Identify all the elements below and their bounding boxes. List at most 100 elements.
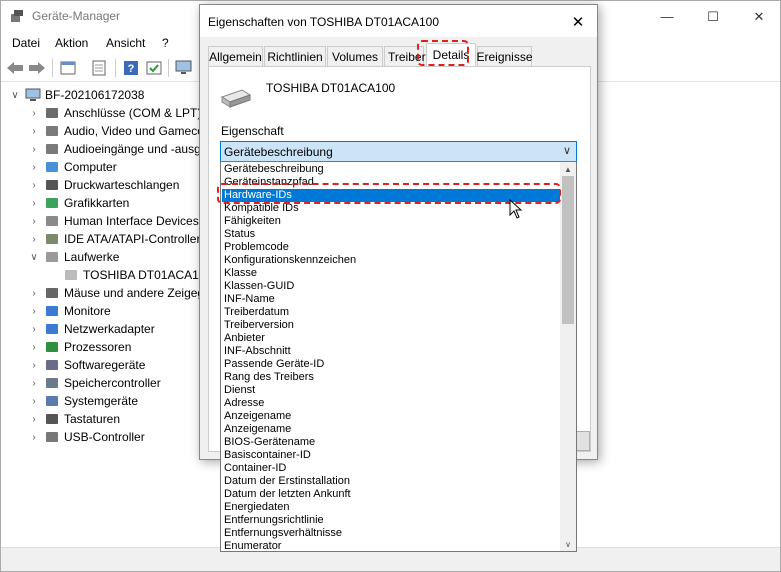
- tree-item-label: Anschlüsse (COM & LPT): [64, 106, 202, 120]
- chevron-right-icon[interactable]: ›: [28, 233, 40, 245]
- menu-datei[interactable]: Datei: [12, 36, 40, 50]
- chevron-right-icon[interactable]: ›: [28, 305, 40, 317]
- tree-item[interactable]: › Grafikkarten: [28, 194, 129, 212]
- update-driver-button[interactable]: [144, 58, 164, 78]
- tab-volumes[interactable]: Volumes: [327, 46, 383, 66]
- dropdown-option[interactable]: Rang des Treibers: [222, 371, 561, 384]
- chevron-right-icon[interactable]: ›: [28, 179, 40, 191]
- forward-button[interactable]: [27, 58, 47, 78]
- dropdown-option[interactable]: Enumerator: [222, 540, 561, 551]
- minimize-icon: —: [660, 9, 674, 24]
- menu-aktion[interactable]: Aktion: [55, 36, 88, 50]
- chevron-down-icon: ∨: [562, 145, 571, 157]
- tree-item[interactable]: › Human Interface Devices: [28, 212, 198, 230]
- tab-treiber[interactable]: Treiber: [384, 46, 426, 66]
- tab-details[interactable]: Details: [426, 43, 476, 66]
- dropdown-option[interactable]: Passende Geräte-ID: [222, 358, 561, 371]
- tree-item[interactable]: › Monitore: [28, 302, 110, 320]
- dropdown-option[interactable]: INF-Abschnitt: [222, 345, 561, 358]
- property-dropdown-list[interactable]: Enumerator Entfernungsverhältnisse Entfern…: [220, 161, 577, 552]
- chevron-right-icon[interactable]: ›: [28, 215, 40, 227]
- dropdown-option[interactable]: Problemcode: [222, 241, 561, 254]
- dropdown-option[interactable]: Energiedaten: [222, 501, 561, 514]
- tree-item[interactable]: › Computer: [28, 158, 116, 176]
- tab-ereignisse[interactable]: Ereignisse: [476, 46, 533, 66]
- drive-icon: [220, 89, 252, 108]
- chevron-right-icon[interactable]: ›: [28, 287, 40, 299]
- tree-item[interactable]: › Prozessoren: [28, 338, 131, 356]
- dropdown-option[interactable]: Gerätebeschreibung: [222, 163, 561, 176]
- dropdown-option[interactable]: Konfigurationskennzeichen: [222, 254, 561, 267]
- device-category-icon: [46, 432, 58, 442]
- dropdown-option[interactable]: Anzeigename: [222, 423, 561, 436]
- chevron-right-icon[interactable]: ›: [28, 359, 40, 371]
- chevron-right-icon[interactable]: ›: [28, 395, 40, 407]
- scroll-down-icon[interactable]: ∨: [560, 537, 576, 551]
- chevron-right-icon[interactable]: ›: [28, 125, 40, 137]
- dropdown-option[interactable]: Dienst: [222, 384, 561, 397]
- tree-item[interactable]: › IDE ATA/ATAPI-Controller: [28, 230, 200, 248]
- minimize-button[interactable]: —: [644, 1, 690, 32]
- tree-item[interactable]: › Systemgeräte: [28, 392, 138, 410]
- tree-item[interactable]: › Softwaregeräte: [28, 356, 145, 374]
- dropdown-option[interactable]: BIOS-Gerätename: [222, 436, 561, 449]
- tab-richtlinien[interactable]: Richtlinien: [264, 46, 326, 66]
- scroll-thumb[interactable]: [562, 176, 574, 324]
- dropdown-option[interactable]: Klasse: [222, 267, 561, 280]
- tree-item-label: Softwaregeräte: [64, 358, 146, 372]
- tree-item[interactable]: › Anschlüsse (COM & LPT): [28, 104, 201, 122]
- dropdown-scrollbar[interactable]: ▲ ∨: [560, 162, 576, 551]
- tree-item[interactable]: › Audioeingänge und -ausgänge: [28, 140, 227, 158]
- chevron-right-icon[interactable]: ›: [28, 197, 40, 209]
- properties-button[interactable]: [89, 58, 109, 78]
- dropdown-option[interactable]: Entfernungsverhältnisse: [222, 527, 561, 540]
- tree-item[interactable]: › Tastaturen: [28, 410, 120, 428]
- menu-ansicht[interactable]: Ansicht: [106, 36, 145, 50]
- property-select[interactable]: Gerätebeschreibung ∨: [220, 141, 577, 162]
- help-button[interactable]: ?: [121, 58, 141, 78]
- scroll-up-icon[interactable]: ▲: [560, 162, 576, 176]
- device-category-icon: [46, 324, 58, 334]
- dropdown-option[interactable]: Anbieter: [222, 332, 561, 345]
- tree-item[interactable]: › Speichercontroller: [28, 374, 160, 392]
- dropdown-option[interactable]: Treiberdatum: [222, 306, 561, 319]
- dropdown-option[interactable]: INF-Name: [222, 293, 561, 306]
- dropdown-option[interactable]: Container-ID: [222, 462, 561, 475]
- dropdown-option[interactable]: Datum der Erstinstallation: [222, 475, 561, 488]
- tree-item[interactable]: ∨ Laufwerke: [28, 248, 119, 266]
- chevron-right-icon[interactable]: ›: [28, 377, 40, 389]
- dropdown-option[interactable]: Klassen-GUID: [222, 280, 561, 293]
- dropdown-option[interactable]: Entfernungsrichtlinie: [222, 514, 561, 527]
- dropdown-option[interactable]: Anzeigename: [222, 410, 561, 423]
- tree-item[interactable]: › Netzwerkadapter: [28, 320, 154, 338]
- tree-root[interactable]: ∨ BF-202106172038: [9, 86, 144, 104]
- back-button[interactable]: [5, 58, 25, 78]
- chevron-down-icon[interactable]: ∨: [28, 251, 40, 263]
- maximize-button[interactable]: ☐: [690, 1, 736, 32]
- dropdown-option[interactable]: Status: [222, 228, 561, 241]
- dropdown-option[interactable]: Treiberversion: [222, 319, 561, 332]
- dialog-close-button[interactable]: ✕: [565, 11, 591, 33]
- svg-text:?: ?: [128, 63, 135, 75]
- chevron-right-icon[interactable]: ›: [28, 413, 40, 425]
- dropdown-option[interactable]: Geräteinstanzpfad: [222, 176, 561, 189]
- tree-item[interactable]: TOSHIBA DT01ACA100: [47, 266, 212, 284]
- menu-help[interactable]: ?: [162, 36, 169, 50]
- tree-item[interactable]: › USB-Controller: [28, 428, 145, 446]
- chevron-right-icon[interactable]: ›: [28, 323, 40, 335]
- view-button[interactable]: [58, 58, 78, 78]
- chevron-right-icon[interactable]: ›: [28, 341, 40, 353]
- dropdown-option[interactable]: Datum der letzten Ankunft: [222, 488, 561, 501]
- tab-allgemein[interactable]: Allgemein: [208, 46, 263, 66]
- tree-item[interactable]: › Druckwarteschlangen: [28, 176, 179, 194]
- chevron-right-icon[interactable]: ›: [28, 161, 40, 173]
- tree-item-label: USB-Controller: [64, 430, 145, 444]
- chevron-down-icon[interactable]: ∨: [9, 89, 21, 101]
- dropdown-option[interactable]: Adresse: [222, 397, 561, 410]
- chevron-right-icon[interactable]: ›: [28, 107, 40, 119]
- chevron-right-icon[interactable]: ›: [28, 431, 40, 443]
- scan-hardware-button[interactable]: [174, 58, 194, 78]
- chevron-right-icon[interactable]: ›: [28, 143, 40, 155]
- dropdown-option[interactable]: Basiscontainer-ID: [222, 449, 561, 462]
- close-button[interactable]: ✕: [736, 1, 781, 32]
